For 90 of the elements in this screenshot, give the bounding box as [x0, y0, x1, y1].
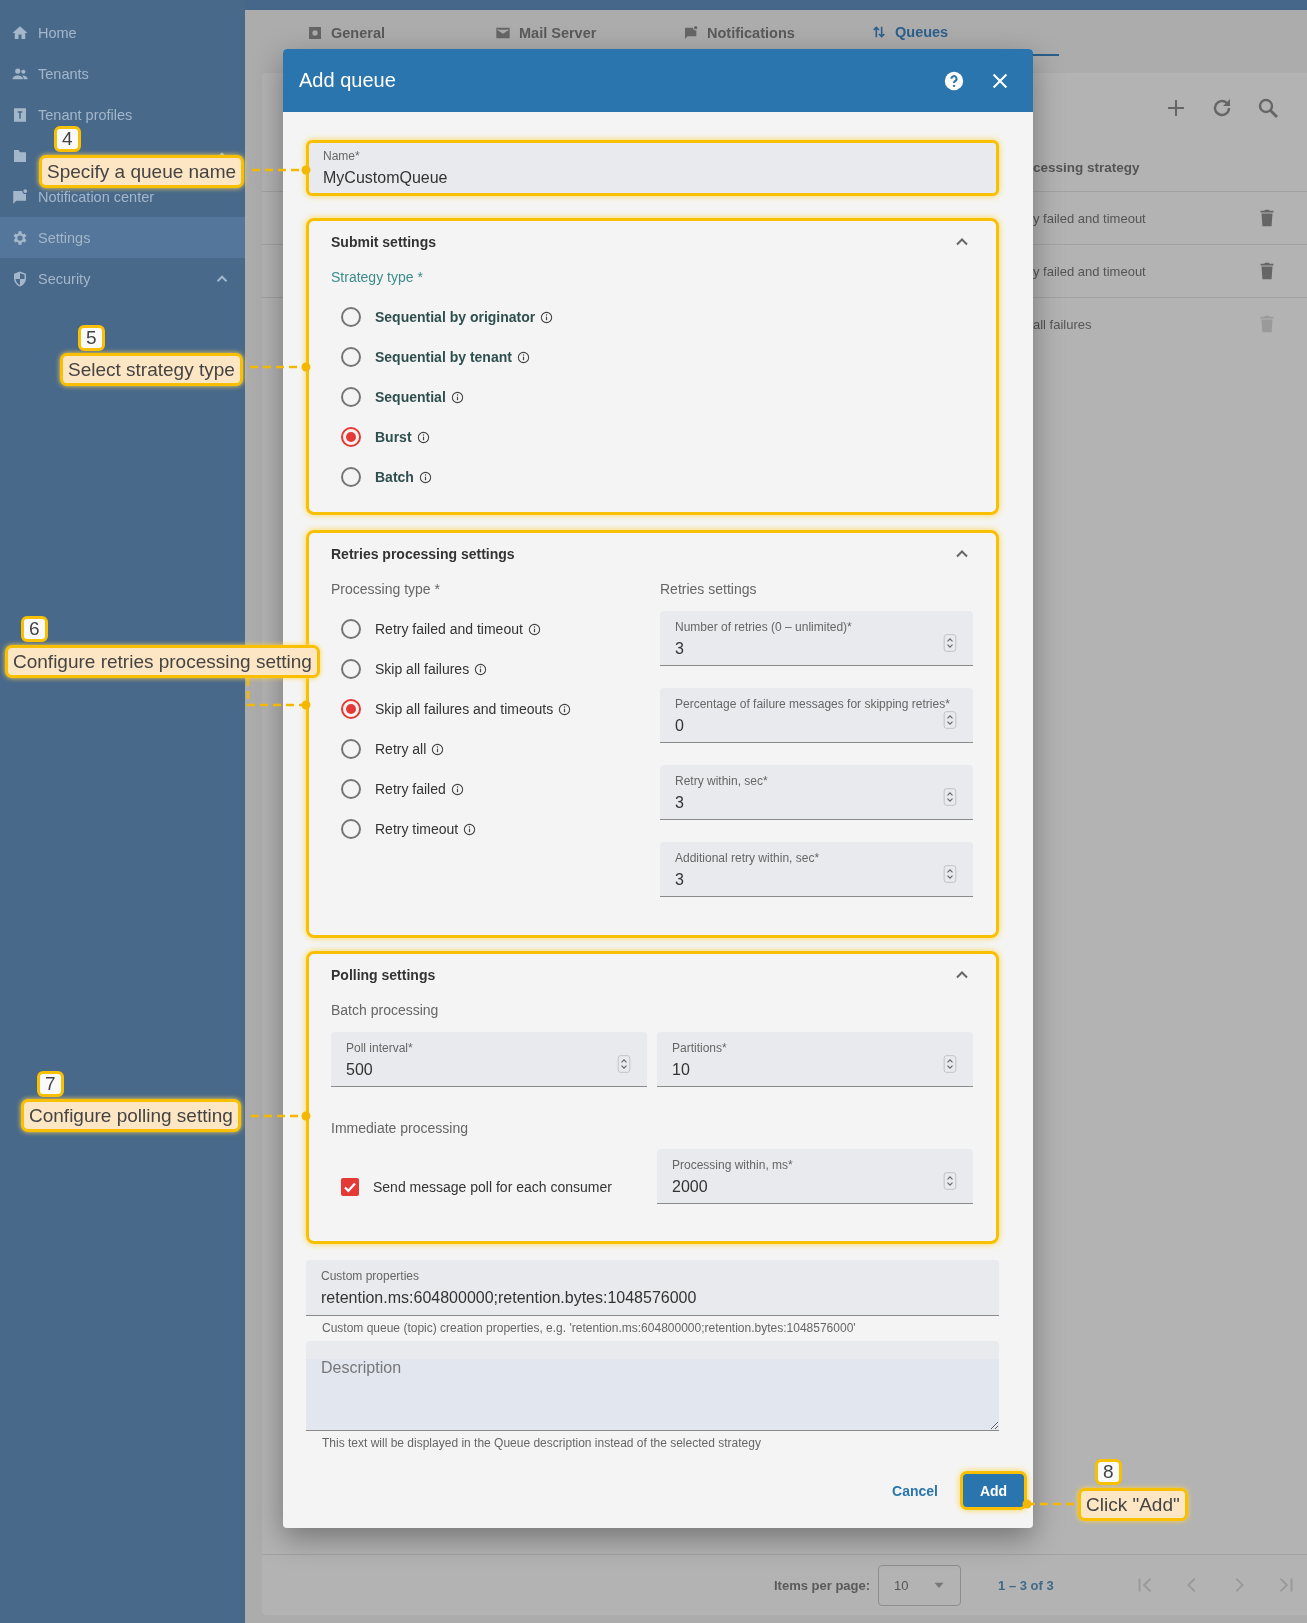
option-label[interactable]: Skip all failures	[375, 661, 470, 677]
search-icon[interactable]	[1256, 96, 1280, 120]
info-icon[interactable]	[450, 782, 464, 796]
spinner-icon[interactable]	[943, 710, 957, 730]
page-range: 1 – 3 of 3	[998, 1577, 1054, 1593]
custom-properties-field[interactable]: Custom properties retention.ms:604800000;retention.bytes:1048576000	[306, 1260, 999, 1316]
option-label[interactable]: Retry failed	[375, 781, 446, 797]
step-number-tooltip: 8	[1095, 1459, 1122, 1485]
number-field[interactable]: Processing within, ms* 2000	[657, 1149, 973, 1204]
processing-type-label: Processing type *	[331, 580, 440, 599]
retries-settings-label: Retries settings	[660, 580, 757, 599]
info-icon[interactable]	[527, 622, 541, 636]
spinner-icon[interactable]	[943, 787, 957, 807]
checkbox[interactable]	[341, 1178, 359, 1196]
strategy-type-label: Strategy type *	[331, 268, 423, 287]
items-per-page-label: Items per page:	[774, 1577, 871, 1593]
spinner-icon[interactable]	[617, 1054, 631, 1074]
option-label[interactable]: Sequential	[375, 389, 446, 405]
callout-tooltip: Click "Add"	[1078, 1488, 1188, 1521]
checkbox-label[interactable]: Send message poll for each consumer	[373, 1179, 612, 1195]
number-field[interactable]: Retry within, sec* 3	[660, 765, 973, 820]
radio-button[interactable]	[341, 779, 361, 799]
callout-tooltip: Specify a queue name	[39, 155, 245, 188]
section-title: Polling settings	[331, 967, 436, 983]
callout-tooltip: Configure retries processing setting	[5, 645, 320, 678]
info-icon[interactable]	[463, 822, 477, 836]
step-number-tooltip: 7	[37, 1071, 64, 1097]
table-cell: y failed and timeout	[1033, 263, 1146, 279]
number-field[interactable]: Percentage of failure messages for skipping retries* 0	[660, 688, 973, 743]
spinner-icon[interactable]	[943, 1054, 957, 1074]
field-hint: This text will be displayed in the Queue description instead of the selected strategy	[322, 1436, 762, 1451]
cancel-button[interactable]: Cancel	[884, 1471, 946, 1510]
number-field[interactable]: Number of retries (0 – unlimited)* 3	[660, 611, 973, 666]
dialog-title: Add queue	[299, 69, 396, 92]
envelope-icon	[495, 25, 511, 41]
option-label[interactable]: Burst	[375, 429, 412, 445]
chat-icon	[683, 25, 699, 41]
arrows-icon	[871, 24, 887, 40]
info-icon[interactable]	[450, 390, 464, 404]
column-header: cessing strategy	[1033, 159, 1140, 175]
batch-processing-label: Batch processing	[331, 1001, 439, 1020]
radio-button[interactable]	[341, 659, 361, 679]
radio-button[interactable]	[341, 427, 361, 447]
info-icon[interactable]	[474, 662, 488, 676]
radio-button[interactable]	[341, 819, 361, 839]
spinner-icon[interactable]	[943, 864, 957, 884]
page-size-select[interactable]: 10	[878, 1564, 962, 1606]
info-icon[interactable]	[516, 350, 530, 364]
radio-button[interactable]	[341, 467, 361, 487]
table-cell: y failed and timeout	[1033, 210, 1146, 226]
spinner-icon[interactable]	[943, 633, 957, 653]
immediate-processing-label: Immediate processing	[331, 1119, 468, 1138]
info-icon[interactable]	[540, 310, 554, 324]
chat-icon	[11, 187, 29, 206]
add-button[interactable]: Add	[960, 1471, 1027, 1510]
option-label[interactable]: Skip all failures and timeouts	[375, 701, 554, 717]
option-label[interactable]: Retry timeout	[375, 821, 459, 837]
step-number-tooltip: 4	[54, 126, 81, 152]
field-hint: Custom queue (topic) creation properties, e.g. 'retention.ms:604800000;retention.bytes:1048576000'	[322, 1321, 857, 1336]
section-title: Retries processing settings	[331, 546, 515, 562]
info-icon[interactable]	[431, 742, 445, 756]
callout-tooltip: Configure polling setting	[21, 1099, 241, 1132]
step-number-tooltip: 5	[78, 325, 105, 351]
info-icon[interactable]	[416, 430, 430, 444]
radio-button[interactable]	[341, 347, 361, 367]
number-field[interactable]: Poll interval* 500	[331, 1032, 647, 1087]
info-icon[interactable]	[558, 702, 572, 716]
table-cell: all failures	[1033, 316, 1092, 332]
option-label[interactable]: Sequential by tenant	[375, 349, 512, 365]
info-icon[interactable]	[418, 470, 432, 484]
number-field[interactable]: Partitions* 10	[657, 1032, 973, 1087]
radio-button[interactable]	[341, 699, 361, 719]
section-title: Submit settings	[331, 234, 436, 250]
radio-button[interactable]	[341, 739, 361, 759]
callout-tooltip: Select strategy type	[60, 353, 243, 386]
radio-button[interactable]	[341, 307, 361, 327]
step-number-tooltip: 6	[21, 616, 48, 642]
description-field[interactable]: Description	[306, 1341, 999, 1431]
spinner-icon[interactable]	[943, 1171, 957, 1191]
shield-icon	[11, 269, 29, 288]
option-label[interactable]: Retry failed and timeout	[375, 621, 523, 637]
number-field[interactable]: Additional retry within, sec* 3	[660, 842, 973, 897]
option-label[interactable]: Retry all	[375, 741, 427, 757]
option-label[interactable]: Batch	[375, 469, 414, 485]
radio-button[interactable]	[341, 387, 361, 407]
option-label[interactable]: Sequential by originator	[375, 309, 536, 325]
radio-button[interactable]	[341, 619, 361, 639]
help-icon[interactable]	[943, 69, 965, 92]
badge-icon	[11, 105, 29, 124]
name-field[interactable]: Name* MyCustomQueue	[306, 140, 999, 196]
